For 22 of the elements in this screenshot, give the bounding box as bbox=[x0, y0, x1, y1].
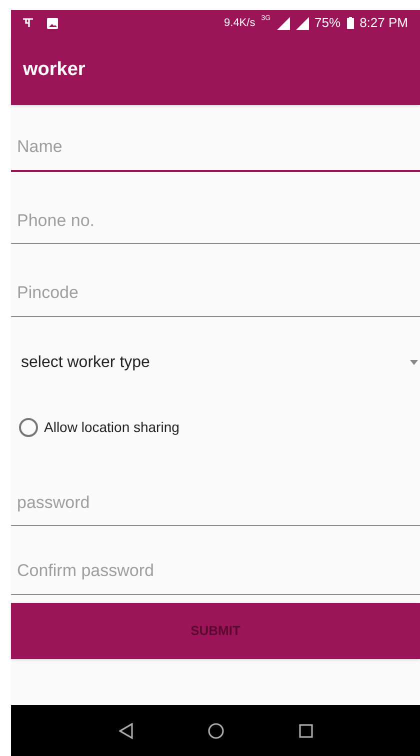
notification-icon bbox=[23, 17, 33, 29]
worker-type-dropdown[interactable]: select worker type bbox=[11, 344, 420, 380]
radio-label: Allow location sharing bbox=[44, 418, 180, 437]
home-icon[interactable] bbox=[208, 722, 224, 738]
input-field[interactable]: Phone no. bbox=[11, 208, 420, 244]
dropdown-arrow-icon bbox=[410, 360, 418, 365]
input-field[interactable]: password bbox=[11, 490, 420, 526]
signal-icon bbox=[276, 16, 290, 30]
back-icon[interactable] bbox=[118, 722, 132, 738]
input-field[interactable]: Confirm password bbox=[11, 558, 420, 594]
radio-button[interactable] bbox=[19, 418, 38, 436]
dropdown-value: select worker type bbox=[21, 352, 150, 372]
input-field[interactable]: Pincode bbox=[11, 280, 420, 316]
recents-icon[interactable] bbox=[298, 724, 312, 738]
clock: 8:27 PM bbox=[360, 14, 408, 32]
image-icon bbox=[47, 18, 58, 28]
battery-icon bbox=[346, 17, 354, 29]
signal-icon bbox=[296, 16, 309, 30]
input-field[interactable]: Name bbox=[11, 134, 420, 172]
battery-percent: 75% bbox=[314, 14, 341, 32]
network-speed: 9.4K/s bbox=[224, 16, 256, 31]
app-title: worker bbox=[23, 58, 86, 82]
